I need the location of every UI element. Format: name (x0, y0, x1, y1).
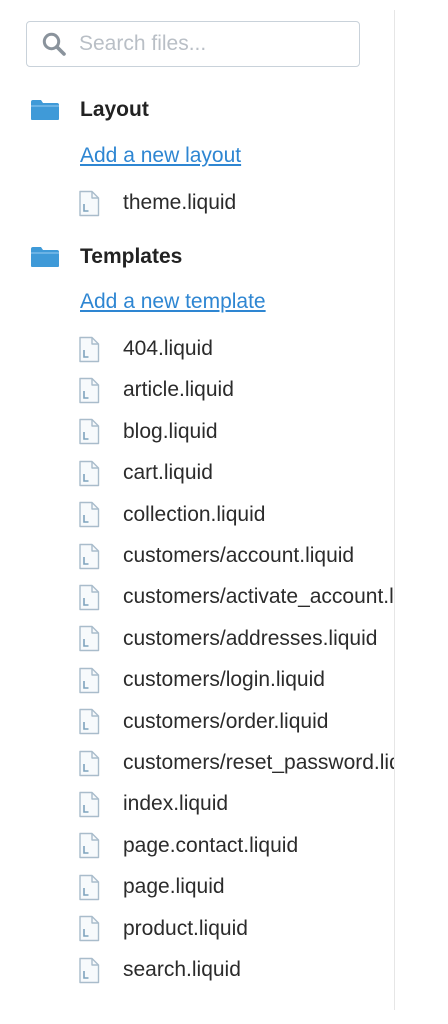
file-item[interactable]: 404.liquid (78, 334, 213, 364)
file-item[interactable]: article.liquid (78, 375, 234, 405)
file-name: page.contact.liquid (123, 833, 299, 857)
file-name: customers/addresses.liquid (123, 626, 378, 650)
file-name: theme.liquid (123, 191, 237, 214)
file-item[interactable]: customers/account.liquid (78, 541, 354, 571)
file-name: search.liquid (123, 958, 241, 981)
file-browser-sidebar: Layout Add a new layout theme.liquid Tem… (0, 0, 394, 1024)
panel-divider (394, 10, 395, 1010)
search-icon (39, 29, 69, 59)
file-item[interactable]: page.liquid (78, 872, 225, 902)
search-box[interactable] (26, 21, 360, 67)
file-icon (78, 460, 100, 487)
file-name: page.liquid (123, 875, 225, 899)
file-name: customers/reset_password.liquid (123, 751, 394, 774)
file-item[interactable]: customers/addresses.liquid (78, 624, 377, 654)
file-icon (78, 190, 100, 217)
file-item[interactable]: product.liquid (78, 914, 248, 944)
section-header-layout[interactable]: Layout (30, 95, 149, 125)
file-icon (78, 791, 100, 818)
file-icon (78, 957, 100, 984)
file-item[interactable]: customers/reset_password.liquid (78, 748, 394, 778)
file-icon (78, 708, 100, 735)
file-item[interactable]: index.liquid (78, 789, 228, 819)
file-icon (78, 377, 100, 404)
file-icon (78, 543, 100, 570)
add-new-layout-link[interactable]: Add a new layout (80, 144, 241, 168)
file-icon (78, 501, 100, 528)
file-item[interactable]: theme.liquid (78, 188, 236, 218)
section-header-templates[interactable]: Templates (30, 242, 182, 272)
file-name: customers/login.liquid (123, 668, 325, 692)
file-name: blog.liquid (123, 419, 218, 443)
section-title-layout: Layout (80, 98, 149, 121)
section-title-templates: Templates (80, 245, 183, 268)
file-item[interactable]: customers/order.liquid (78, 707, 328, 737)
file-name: cart.liquid (123, 461, 213, 485)
file-icon (78, 625, 100, 652)
file-icon (78, 667, 100, 694)
file-icon (78, 584, 100, 611)
folder-icon (30, 246, 60, 268)
file-name: index.liquid (123, 792, 229, 816)
file-item[interactable]: page.contact.liquid (78, 831, 298, 861)
file-item[interactable]: search.liquid (78, 955, 241, 985)
file-item[interactable]: collection.liquid (78, 500, 265, 530)
file-icon (78, 874, 100, 901)
file-icon (78, 832, 100, 859)
file-icon (78, 418, 100, 445)
file-name: customers/activate_account.liquid (123, 585, 394, 609)
search-input[interactable] (79, 32, 329, 56)
file-name: 404.liquid (123, 337, 213, 360)
file-name: customers/order.liquid (123, 709, 329, 733)
file-icon (78, 750, 100, 777)
file-name: customers/account.liquid (123, 544, 355, 567)
file-item[interactable]: customers/login.liquid (78, 665, 325, 695)
file-name: collection.liquid (123, 502, 266, 526)
file-icon (78, 336, 100, 363)
file-name: article.liquid (123, 378, 234, 402)
file-item[interactable]: blog.liquid (78, 417, 218, 447)
add-new-template-link[interactable]: Add a new template (80, 290, 266, 314)
file-name: product.liquid (123, 916, 248, 940)
file-item[interactable]: customers/activate_account.liquid (78, 582, 394, 612)
file-item[interactable]: cart.liquid (78, 458, 213, 488)
file-icon (78, 915, 100, 942)
folder-icon (30, 99, 60, 121)
